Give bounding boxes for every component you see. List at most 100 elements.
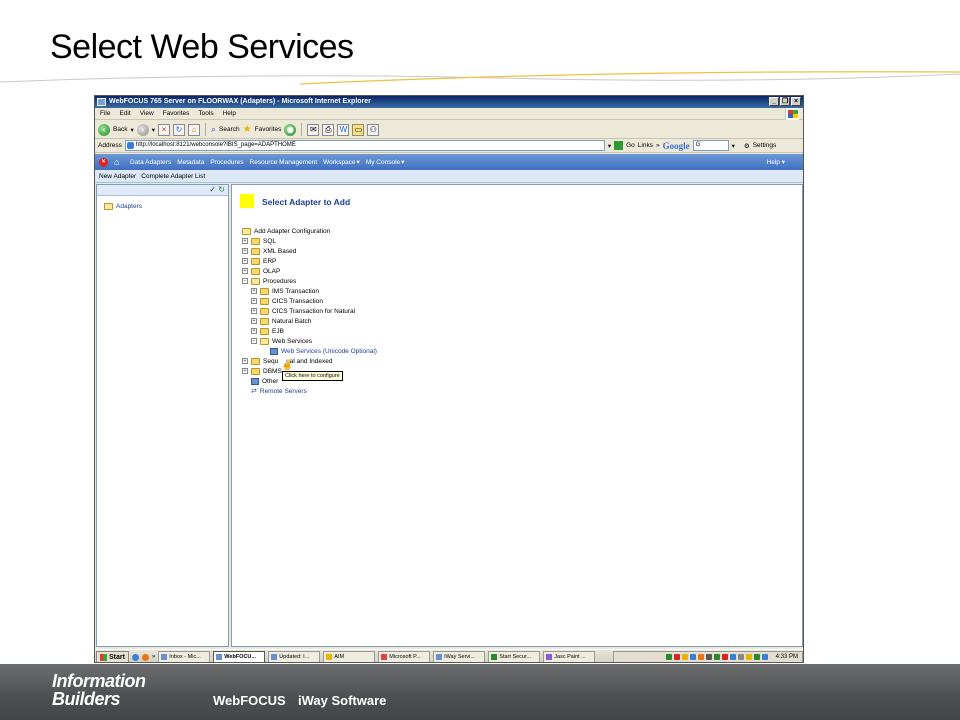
back-dropdown-icon[interactable]: ▾ xyxy=(130,126,133,134)
menu-resource-management[interactable]: Resource Management xyxy=(250,159,318,166)
tray-icon[interactable] xyxy=(713,654,720,660)
menu-help-app[interactable]: Help ▾ xyxy=(767,158,785,166)
tray-icon[interactable] xyxy=(761,654,768,660)
tree-row[interactable]: + CICS Transaction xyxy=(242,296,377,306)
expand-icon[interactable]: + xyxy=(251,308,257,314)
new-adapter-link[interactable]: New Adapter xyxy=(99,173,136,180)
tray-icon[interactable] xyxy=(729,654,736,660)
favorites-button-label[interactable]: Favorites xyxy=(255,126,282,133)
tree-row[interactable]: + ERP xyxy=(242,256,377,266)
expand-icon[interactable]: + xyxy=(251,318,257,324)
forward-dropdown-icon[interactable]: ▾ xyxy=(152,126,155,134)
links-label[interactable]: Links xyxy=(638,142,653,149)
go-arrow-icon[interactable] xyxy=(614,141,624,150)
favorites-star-icon[interactable]: ★ xyxy=(243,124,252,135)
workspace-dropdown-icon[interactable]: ▾ xyxy=(357,158,360,166)
tray-icon[interactable] xyxy=(737,654,744,660)
quicklaunch-ie-icon[interactable] xyxy=(131,653,139,661)
checkmark-icon[interactable]: ✓ xyxy=(209,185,216,194)
menu-file[interactable]: File xyxy=(100,110,110,117)
tree-row[interactable]: − Procedures xyxy=(242,276,377,286)
taskbar-item[interactable]: Start Secur... xyxy=(488,651,541,662)
tree-row[interactable]: ⇄ Remote Servers xyxy=(242,386,377,396)
complete-adapter-list-link[interactable]: Complete Adapter List xyxy=(141,173,205,180)
collapse-icon[interactable]: − xyxy=(251,338,257,344)
stop-icon[interactable]: × xyxy=(157,123,170,136)
settings-label[interactable]: Settings xyxy=(753,142,777,149)
taskbar-item[interactable]: Jasc Paint ... xyxy=(543,651,596,662)
tree-row[interactable]: + OLAP xyxy=(242,266,377,276)
forward-arrow-icon[interactable]: › xyxy=(136,123,149,136)
tray-icon[interactable] xyxy=(721,654,728,660)
tray-icon[interactable] xyxy=(753,654,760,660)
web-services-unicode-link[interactable]: Web Services (Unicode Optional) xyxy=(281,348,377,355)
menu-my-console[interactable]: My Console xyxy=(366,159,400,166)
menu-workspace[interactable]: Workspace xyxy=(323,159,355,166)
expand-icon[interactable]: + xyxy=(251,288,257,294)
messenger-icon[interactable]: ⚇ xyxy=(367,123,380,136)
google-search-input[interactable]: G xyxy=(692,140,729,151)
mail-icon[interactable]: ✉ xyxy=(307,123,320,136)
tree-row[interactable]: + CICS Transaction for Natural xyxy=(242,306,377,316)
close-console-icon[interactable]: × xyxy=(99,157,108,167)
menu-tools[interactable]: Tools xyxy=(198,110,213,117)
go-button-label[interactable]: Go xyxy=(626,142,635,149)
menu-view[interactable]: View xyxy=(140,110,154,117)
expand-icon[interactable]: + xyxy=(242,368,248,374)
settings-gear-icon[interactable]: ⚙ xyxy=(744,142,750,150)
print-icon[interactable]: ⎙ xyxy=(322,123,335,136)
menu-data-adapters[interactable]: Data Adapters xyxy=(130,159,171,166)
tree-row[interactable]: + SQL xyxy=(242,236,377,246)
home-icon[interactable]: ⌂ xyxy=(187,123,200,136)
tree-row[interactable]: Add Adapter Configuration xyxy=(242,226,377,236)
edit-icon[interactable]: W xyxy=(337,123,350,136)
search-button-label[interactable]: Search xyxy=(219,126,240,133)
expand-icon[interactable]: + xyxy=(242,358,248,364)
media-icon[interactable]: ◉ xyxy=(284,123,297,136)
taskbar-item-active[interactable]: WebFOCU... xyxy=(213,651,266,662)
tray-icon[interactable] xyxy=(681,654,688,660)
tray-icon[interactable] xyxy=(665,654,672,660)
tree-row[interactable]: + XML Based xyxy=(242,246,377,256)
menu-edit[interactable]: Edit xyxy=(119,110,130,117)
expand-icon[interactable]: + xyxy=(251,328,257,334)
menu-metadata[interactable]: Metadata xyxy=(177,159,204,166)
google-dropdown-icon[interactable]: ▾ xyxy=(732,142,735,150)
menu-favorites[interactable]: Favorites xyxy=(163,110,190,117)
tray-icon[interactable] xyxy=(673,654,680,660)
expand-icon[interactable]: + xyxy=(242,258,248,264)
tray-icon[interactable] xyxy=(689,654,696,660)
quicklaunch-firefox-icon[interactable] xyxy=(141,653,149,661)
console-home-icon[interactable]: ⌂ xyxy=(114,157,124,167)
discuss-icon[interactable]: ▭ xyxy=(352,123,365,136)
tree-row[interactable]: + Natural Batch xyxy=(242,316,377,326)
collapse-icon[interactable]: − xyxy=(242,278,248,284)
restore-button[interactable]: ❐ xyxy=(780,97,790,106)
taskbar-item[interactable]: Inbox - Mic... xyxy=(158,651,211,662)
address-dropdown-icon[interactable]: ▾ xyxy=(608,142,611,150)
menu-procedures[interactable]: Procedures xyxy=(210,159,243,166)
expand-icon[interactable]: + xyxy=(251,298,257,304)
taskbar-item[interactable]: Updated: I... xyxy=(268,651,321,662)
back-arrow-icon[interactable]: ‹ xyxy=(98,123,110,136)
tree-row-web-services-unicode[interactable]: Web Services (Unicode Optional) xyxy=(242,346,377,356)
refresh-icon[interactable]: ↻ xyxy=(172,123,185,136)
expand-icon[interactable]: + xyxy=(242,248,248,254)
tray-icon[interactable] xyxy=(697,654,704,660)
back-button-label[interactable]: Back xyxy=(113,126,127,133)
start-button[interactable]: Start xyxy=(96,651,129,662)
address-input[interactable]: http://localhost:8121/webconsole?IBIS_pa… xyxy=(124,140,605,151)
menu-help[interactable]: Help xyxy=(223,110,236,117)
refresh-tree-icon[interactable]: ↻ xyxy=(218,185,225,194)
links-chevron[interactable]: » xyxy=(656,142,660,149)
taskbar-item[interactable]: iWay Servi... xyxy=(433,651,486,662)
taskbar-item[interactable]: Microsoft P... xyxy=(378,651,431,662)
tree-node-adapters[interactable]: Adapters xyxy=(104,203,142,210)
minimize-button[interactable]: _ xyxy=(769,97,779,106)
tree-row[interactable]: + IMS Transaction xyxy=(242,286,377,296)
taskbar-item[interactable]: AIM xyxy=(323,651,376,662)
tray-icon[interactable] xyxy=(705,654,712,660)
tree-row[interactable]: − Web Services xyxy=(242,336,377,346)
quicklaunch-chevron[interactable]: » xyxy=(152,654,155,660)
remote-servers-link[interactable]: Remote Servers xyxy=(260,388,307,395)
